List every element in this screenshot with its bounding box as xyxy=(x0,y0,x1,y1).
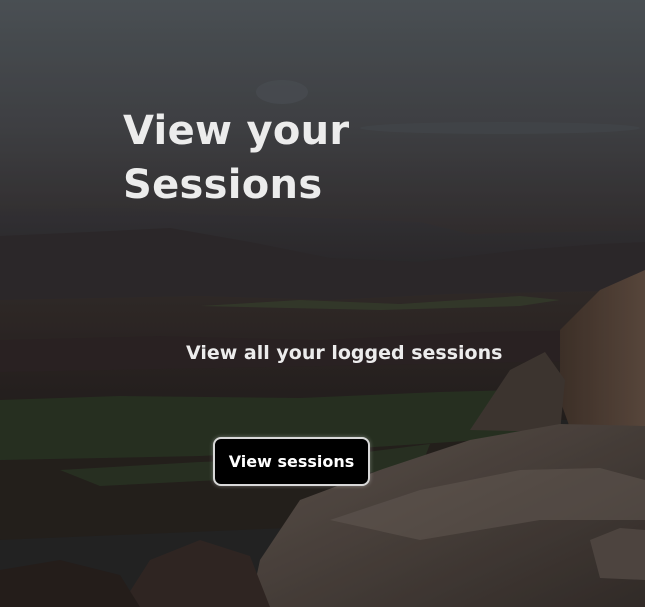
hero-section: View your Sessions View all your logged … xyxy=(0,0,645,607)
title-line-1: View your xyxy=(123,108,350,154)
title-line-2: Sessions xyxy=(123,162,323,208)
background-dim-overlay xyxy=(0,0,645,607)
subtitle-text: View all your logged sessions xyxy=(186,342,503,364)
page-title: View your Sessions xyxy=(123,104,423,212)
view-sessions-button[interactable]: View sessions xyxy=(213,437,370,486)
